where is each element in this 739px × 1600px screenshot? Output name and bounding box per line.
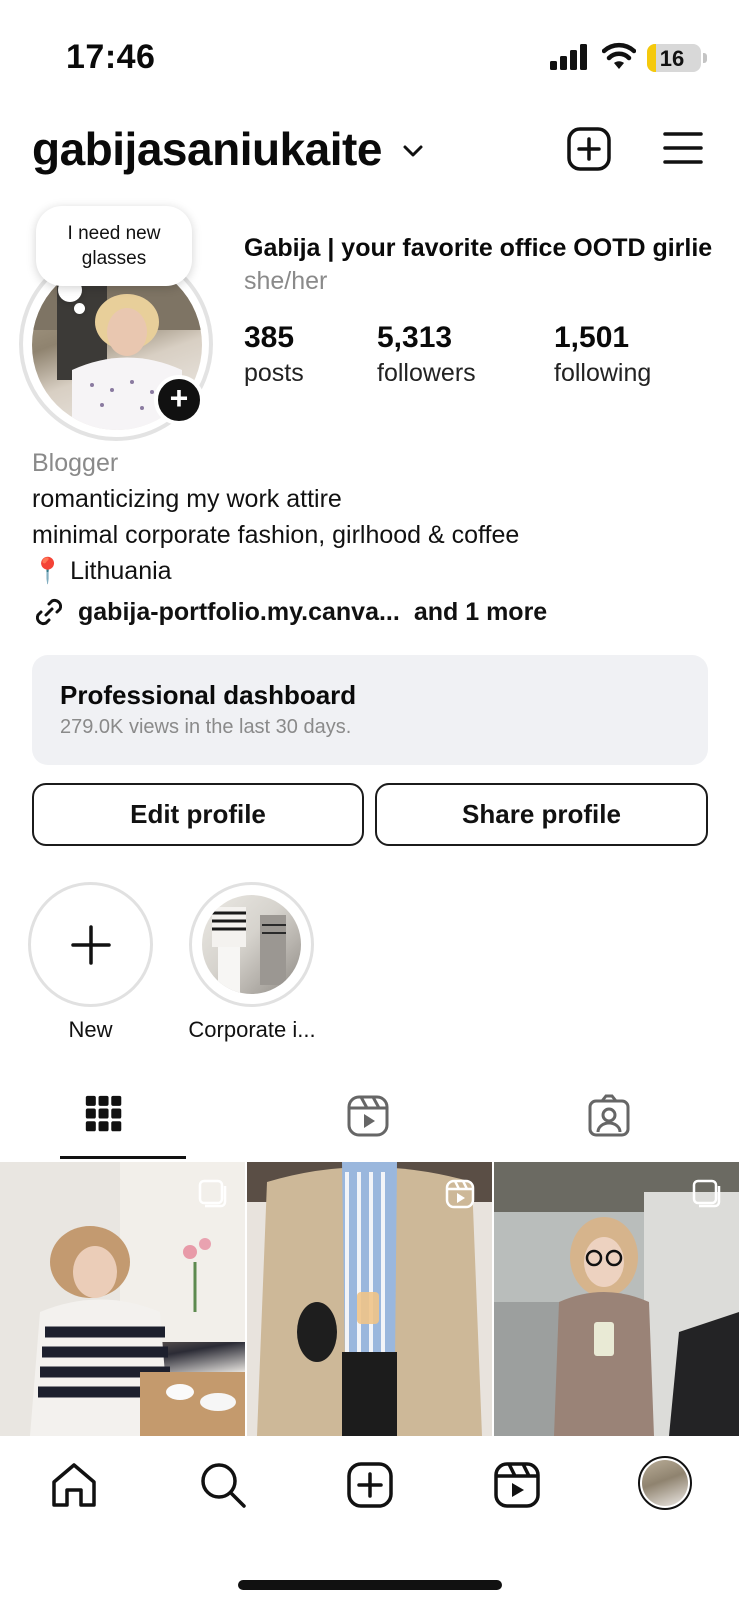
highlight-corporate-circle[interactable] — [189, 882, 314, 1007]
bio-link-more[interactable]: and 1 more — [414, 598, 547, 627]
carousel-icon — [198, 1179, 227, 1208]
highlight-cover-image — [202, 895, 301, 994]
stat-following[interactable]: 1,501 following — [554, 320, 651, 390]
highlight-new[interactable]: New — [28, 882, 153, 1043]
professional-dashboard[interactable]: Professional dashboard 279.0K views in t… — [32, 655, 708, 765]
edit-profile-button[interactable]: Edit profile — [32, 783, 364, 846]
posts-label: posts — [244, 359, 304, 387]
profile-bio: Blogger romanticizing my work attire min… — [32, 445, 519, 589]
dashboard-subtitle: 279.0K views in the last 30 days. — [60, 716, 352, 738]
pronouns: she/her — [244, 267, 328, 295]
grid-post[interactable] — [494, 1162, 739, 1436]
profile-avatar-image — [642, 1460, 688, 1506]
display-name: Gabija | your favorite office OOTD girli… — [244, 232, 714, 298]
following-label: following — [554, 359, 652, 387]
bio-line: romanticizing my work attire — [32, 485, 342, 513]
add-square-icon[interactable] — [566, 126, 612, 172]
create-icon[interactable] — [345, 1460, 395, 1510]
grid-post[interactable] — [247, 1162, 492, 1436]
username-switcher[interactable]: gabijasaniukaite — [32, 122, 382, 176]
highlight-corporate[interactable]: Corporate i... — [188, 882, 316, 1043]
display-name-text: Gabija | your favorite office OOTD girli… — [244, 234, 713, 262]
profile-note[interactable]: I need new glasses — [36, 206, 192, 286]
bottom-navigation — [0, 1436, 739, 1600]
battery-level: 16 — [659, 46, 685, 71]
tab-tagged[interactable] — [493, 1090, 739, 1162]
grid-post[interactable] — [0, 1162, 245, 1436]
battery-tip — [703, 53, 707, 63]
share-profile-button[interactable]: Share profile — [375, 783, 708, 846]
reel-badge-icon — [445, 1179, 475, 1209]
plus-icon — [71, 925, 111, 965]
status-bar: 17:46 16 — [0, 0, 739, 100]
bio-line: minimal corporate fashion, girlhood & co… — [32, 521, 520, 549]
stat-posts[interactable]: 385 posts — [244, 320, 304, 390]
highlight-label: New — [68, 1017, 113, 1042]
followers-label: followers — [377, 359, 476, 387]
highlight-label: Corporate i... — [188, 1017, 316, 1042]
highlight-new-circle[interactable] — [28, 882, 153, 1007]
profile-avatar[interactable] — [638, 1456, 692, 1510]
followers-count: 5,313 — [377, 321, 453, 354]
menu-icon[interactable] — [662, 128, 704, 168]
reels-icon — [347, 1095, 389, 1137]
carousel-icon — [692, 1179, 721, 1208]
link-icon — [35, 598, 63, 626]
grid-icon — [85, 1095, 122, 1132]
bio-category: Blogger — [32, 449, 119, 477]
tab-reels[interactable] — [246, 1090, 492, 1162]
add-story-button[interactable]: + — [154, 375, 204, 425]
search-icon[interactable] — [198, 1460, 248, 1510]
profile-tabs — [0, 1090, 739, 1162]
profile-header: gabijasaniukaite — [0, 112, 739, 192]
home-indicator[interactable] — [238, 1580, 502, 1590]
bio-location: 📍 Lithuania — [32, 557, 172, 585]
bio-link[interactable]: gabija-portfolio.my.canva... and 1 more — [32, 594, 547, 630]
posts-count: 385 — [244, 321, 295, 354]
bio-link-text[interactable]: gabija-portfolio.my.canva... — [78, 598, 400, 627]
note-bubble-tail-small — [74, 303, 85, 314]
stat-followers[interactable]: 5,313 followers — [377, 320, 476, 390]
home-icon[interactable] — [49, 1460, 99, 1510]
cellular-signal-icon — [550, 44, 587, 70]
posts-grid — [0, 1162, 739, 1436]
tab-posts-grid[interactable] — [0, 1090, 246, 1162]
dashboard-title: Professional dashboard — [60, 680, 357, 710]
wifi-icon — [602, 42, 636, 69]
battery-indicator: 16 — [647, 44, 701, 72]
status-time: 17:46 — [66, 38, 156, 76]
tagged-icon — [588, 1094, 630, 1137]
reels-icon[interactable] — [492, 1460, 542, 1510]
following-count: 1,501 — [554, 321, 630, 354]
active-tab-indicator — [60, 1156, 186, 1159]
chevron-down-icon[interactable] — [400, 138, 426, 164]
